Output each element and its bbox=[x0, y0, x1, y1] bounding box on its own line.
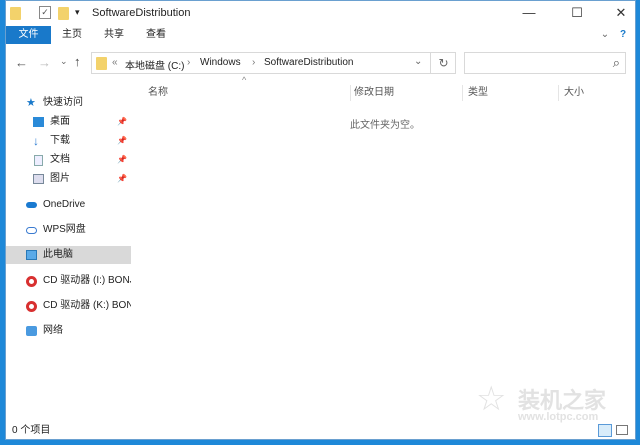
column-header-type[interactable]: 类型 bbox=[463, 85, 559, 101]
status-bar: 0 个项目 bbox=[6, 422, 635, 440]
folder-icon bbox=[10, 7, 21, 20]
star-icon: ★ bbox=[26, 97, 36, 109]
cloud-outline-icon bbox=[26, 227, 37, 234]
customize-qat-icon[interactable]: ▾ bbox=[75, 7, 80, 18]
document-icon bbox=[34, 155, 43, 166]
nav-downloads[interactable]: ↓ 下载 📌 bbox=[6, 132, 131, 150]
ribbon-tabs: 文件 主页 共享 查看 ⌄ ? bbox=[6, 26, 635, 45]
breadcrumb-windows[interactable]: Windows bbox=[200, 57, 241, 68]
refresh-button[interactable]: ↻ bbox=[430, 53, 456, 73]
minimize-button[interactable]: — bbox=[514, 5, 544, 20]
help-icon[interactable]: ? bbox=[616, 26, 630, 44]
pin-icon: 📌 bbox=[117, 155, 127, 164]
column-header-size[interactable]: 大小 bbox=[559, 85, 619, 101]
tab-home[interactable]: 主页 bbox=[56, 26, 88, 44]
breadcrumb-separator: › bbox=[187, 57, 191, 68]
empty-folder-message: 此文件夹为空。 bbox=[350, 120, 420, 131]
desktop-icon bbox=[33, 117, 44, 127]
cd-drive-icon bbox=[26, 301, 37, 312]
nav-network[interactable]: 网络 bbox=[6, 322, 131, 340]
column-header-name[interactable]: 名称 bbox=[146, 85, 351, 101]
breadcrumb-separator: › bbox=[252, 57, 256, 68]
nav-quick-access[interactable]: ★ 快速访问 bbox=[6, 94, 131, 112]
properties-icon[interactable]: ✓ bbox=[39, 6, 51, 19]
cd-drive-icon bbox=[26, 276, 37, 287]
folder-icon bbox=[96, 57, 107, 70]
large-icons-view-button[interactable] bbox=[616, 425, 628, 435]
nav-pictures[interactable]: 图片 📌 bbox=[6, 170, 131, 188]
up-button[interactable]: ↑ bbox=[74, 54, 81, 69]
overflow-icon[interactable]: « bbox=[112, 57, 118, 68]
breadcrumb-softwaredistribution[interactable]: SoftwareDistribution bbox=[264, 57, 353, 68]
tab-view[interactable]: 查看 bbox=[140, 26, 172, 44]
nav-cd-drive-k[interactable]: CD 驱动器 (K:) BON bbox=[6, 297, 131, 315]
tab-file[interactable]: 文件 bbox=[6, 26, 51, 44]
column-header-modified[interactable]: 修改日期 bbox=[351, 85, 463, 101]
explorer-window: ✓ ▾ SoftwareDistribution — ☐ ✕ 文件 主页 共享 … bbox=[5, 0, 636, 440]
title-bar: ✓ ▾ SoftwareDistribution — ☐ ✕ bbox=[6, 1, 635, 26]
close-button[interactable]: ✕ bbox=[606, 5, 636, 21]
forward-button[interactable]: → bbox=[38, 55, 51, 70]
address-bar[interactable]: « 本地磁盘 (C:) › Windows › SoftwareDistribu… bbox=[91, 52, 456, 74]
download-icon: ↓ bbox=[33, 134, 39, 148]
pictures-icon bbox=[33, 174, 44, 184]
expand-ribbon-icon[interactable]: ⌄ bbox=[598, 26, 612, 44]
search-box[interactable]: ⌕ bbox=[464, 52, 626, 74]
sort-indicator-icon: ^ bbox=[242, 75, 247, 85]
nav-documents[interactable]: 文档 📌 bbox=[6, 151, 131, 169]
tab-share[interactable]: 共享 bbox=[98, 26, 130, 44]
maximize-button[interactable]: ☐ bbox=[562, 5, 592, 21]
details-view-button[interactable] bbox=[598, 424, 612, 437]
address-dropdown-icon[interactable]: ⌄ bbox=[414, 56, 422, 67]
new-folder-icon[interactable] bbox=[58, 7, 69, 20]
pin-icon: 📌 bbox=[117, 136, 127, 145]
network-icon bbox=[26, 326, 37, 336]
nav-cd-drive-i[interactable]: CD 驱动器 (I:) BONJ bbox=[6, 272, 131, 290]
nav-desktop[interactable]: 桌面 📌 bbox=[6, 113, 131, 131]
cloud-icon bbox=[26, 202, 37, 208]
nav-wps-drive[interactable]: WPS网盘 bbox=[6, 221, 131, 239]
nav-this-pc[interactable]: 此电脑 bbox=[6, 246, 131, 264]
breadcrumb-local-disk[interactable]: 本地磁盘 (C:) bbox=[125, 57, 184, 72]
recent-locations-button[interactable]: ⌄ bbox=[60, 56, 68, 67]
back-button[interactable]: ← bbox=[15, 55, 28, 70]
nav-onedrive[interactable]: OneDrive bbox=[6, 196, 131, 214]
pin-icon: 📌 bbox=[117, 117, 127, 126]
computer-icon bbox=[26, 250, 37, 260]
window-title: SoftwareDistribution bbox=[92, 7, 191, 19]
search-icon[interactable]: ⌕ bbox=[613, 55, 620, 71]
pin-icon: 📌 bbox=[117, 174, 127, 183]
item-count: 0 个项目 bbox=[12, 425, 51, 436]
